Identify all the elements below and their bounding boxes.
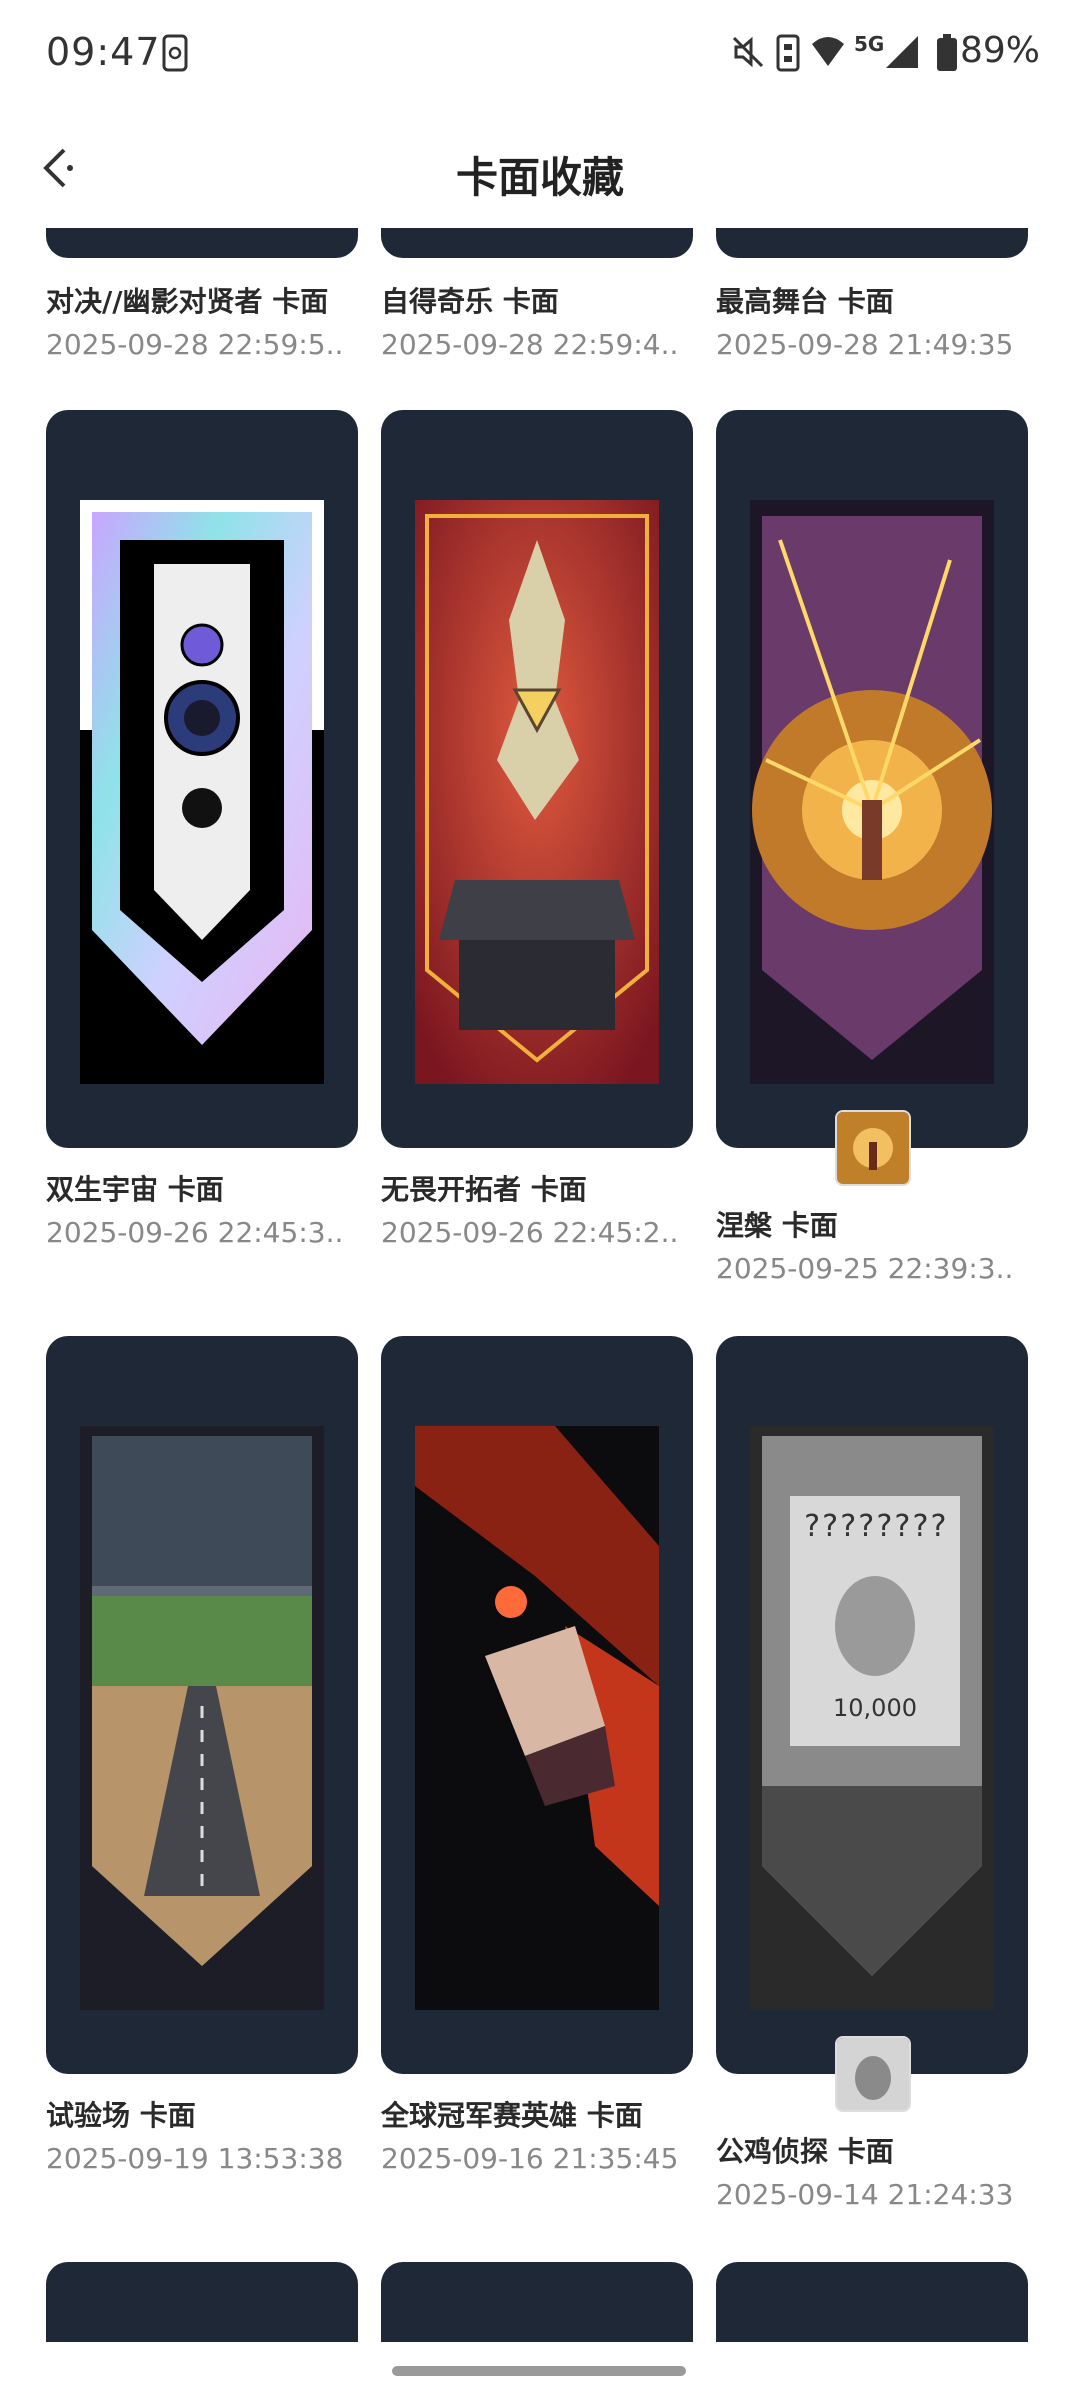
- card-date: 2025-09-26 22:45:2...: [381, 1216, 681, 1249]
- card-date: 2025-09-16 21:35:45...: [381, 2142, 681, 2175]
- page-title: 卡面收藏: [455, 153, 624, 202]
- card-tile[interactable]: [46, 228, 358, 258]
- card-name: 自得奇乐 卡面: [381, 285, 559, 318]
- poster-reward: 10,000: [833, 1694, 917, 1722]
- card-tile[interactable]: [381, 410, 693, 1148]
- card-name: 涅槃 卡面: [716, 1209, 838, 1242]
- card-tile[interactable]: [46, 2262, 358, 2342]
- phone-sync-icon: [160, 34, 190, 76]
- top-app-bar: 卡面收藏: [0, 110, 1080, 228]
- card-date: 2025-09-19 13:53:38...: [46, 2142, 346, 2175]
- card-date: 2025-09-28 21:49:35...: [716, 328, 1016, 361]
- card-name: 试验场 卡面: [46, 2099, 196, 2132]
- card-image-fearless-pioneer: [415, 500, 659, 1084]
- card-name: 全球冠军赛英雄 卡面: [381, 2099, 643, 2132]
- card-name: 双生宇宙 卡面: [46, 1173, 224, 1206]
- card-thumbnail: [835, 1110, 911, 1186]
- card-date: 2025-09-25 22:39:3...: [716, 1252, 1016, 1285]
- mute-icon: [730, 34, 766, 74]
- status-time: 09:47: [46, 30, 161, 74]
- card-tile[interactable]: [381, 228, 693, 258]
- card-tile[interactable]: [716, 410, 1028, 1148]
- card-image-champions-hero: [415, 1426, 659, 2010]
- sim-icon: [776, 34, 800, 76]
- card-name: 公鸡侦探 卡面: [716, 2135, 894, 2168]
- card-tile[interactable]: [381, 1336, 693, 2074]
- card-tile[interactable]: [716, 228, 1028, 258]
- card-date: 2025-09-14 21:24:33...: [716, 2178, 1016, 2211]
- card-tile[interactable]: [46, 410, 358, 1148]
- card-image-rooster-detective: ???????? 10,000: [750, 1426, 994, 2010]
- home-indicator[interactable]: [392, 2366, 686, 2376]
- card-tile[interactable]: [381, 2262, 693, 2342]
- battery-percent: 89%: [960, 30, 1041, 71]
- card-tile[interactable]: ???????? 10,000: [716, 1336, 1028, 2074]
- poster-title: ????????: [803, 1509, 948, 1544]
- card-image-twin-universe: [80, 500, 324, 1084]
- card-image-nirvana: [750, 500, 994, 1084]
- card-tile[interactable]: [716, 2262, 1028, 2342]
- status-bar: 09:47 5G 89%: [0, 0, 1080, 110]
- wifi-icon: [810, 34, 846, 72]
- card-name: 对决//幽影对贤者 卡面: [46, 285, 329, 318]
- card-name: 最高舞台 卡面: [716, 285, 894, 318]
- card-thumbnail: [835, 2036, 911, 2112]
- card-date: 2025-09-28 22:59:4...: [381, 328, 681, 361]
- network-type: 5G: [854, 32, 885, 56]
- card-name: 无畏开拓者 卡面: [381, 1173, 587, 1206]
- signal-icon: [884, 34, 920, 74]
- card-tile[interactable]: [46, 1336, 358, 2074]
- card-image-range: [80, 1426, 324, 2010]
- battery-icon: [936, 34, 958, 76]
- card-date: 2025-09-28 22:59:5...: [46, 328, 346, 361]
- card-date: 2025-09-26 22:45:3...: [46, 1216, 346, 1249]
